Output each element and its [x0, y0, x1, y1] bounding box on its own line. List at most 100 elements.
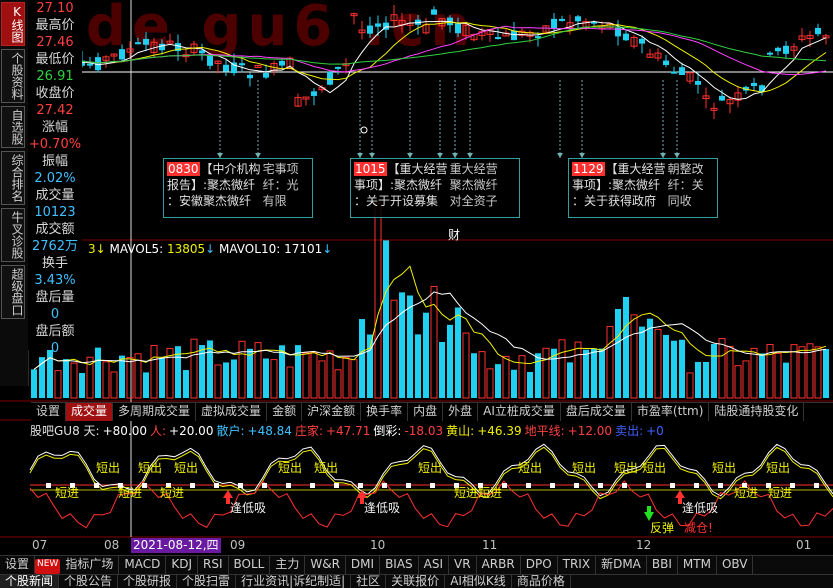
- volume-bar: [310, 351, 318, 399]
- volume-bar: [639, 326, 645, 398]
- indicator-tab-12[interactable]: 陆股通持股变化: [709, 403, 805, 421]
- volume-bar: [663, 334, 669, 398]
- vtab-1[interactable]: 个股资料: [1, 49, 25, 103]
- news-behind-text: 重大经营: [449, 162, 498, 176]
- info-tab-0[interactable]: 个股新闻: [0, 575, 60, 588]
- volume-bar: [615, 308, 621, 398]
- info-value: 10123: [34, 205, 76, 220]
- short-in-label: 短进: [454, 486, 478, 500]
- candle-body: [671, 71, 677, 74]
- short-out-label: 短出: [314, 461, 338, 475]
- volume-bar: [190, 338, 198, 399]
- volume-bar: [270, 359, 278, 399]
- vtab-5[interactable]: 超级盘口: [1, 265, 25, 319]
- bottom-tab-7[interactable]: 主力: [270, 556, 306, 574]
- indicator-tab-4[interactable]: 金额: [267, 403, 303, 421]
- volume-bar: [726, 345, 734, 399]
- indicator-tab-bar: 设置 成交量 多周期成交量 虚拟成交量 金额 沪深金额 换手率 内盘 外盘 AI立桩成交量 盘后成交…: [31, 402, 833, 421]
- info-tab-1[interactable]: 个股公告: [59, 575, 119, 588]
- vtab-4[interactable]: 牛叉诊股: [1, 208, 25, 262]
- bottom-tab-12[interactable]: VR: [449, 556, 477, 574]
- candle-body: [431, 9, 437, 15]
- indicator-tab-3[interactable]: 虚拟成交量: [196, 403, 268, 421]
- bottom-tab-13[interactable]: ARBR: [477, 556, 521, 574]
- bottom-tab-11[interactable]: ASI: [419, 556, 450, 574]
- candle-body: [663, 60, 669, 66]
- volume-bar: [647, 318, 653, 398]
- volume-ma-5: [33, 265, 827, 370]
- candle-body: [239, 63, 245, 66]
- news-popup-1129[interactable]: 1129 【重大经营 事项】:聚杰微纤 ：关于获得政府 朝整改 纤：关 同收: [568, 158, 718, 218]
- vertical-tab-strip: K线图个股资料自选股综合排名牛叉诊股超级盘口: [0, 0, 29, 386]
- bottom-tab-10[interactable]: BIAS: [380, 556, 419, 574]
- indicator-tab-10[interactable]: 盘后成交量: [561, 403, 632, 421]
- gu8-legend-item: +80.00: [102, 424, 147, 438]
- volume-bar: [110, 371, 118, 399]
- info-tab-2[interactable]: 个股研报: [118, 575, 178, 588]
- indicator-tab-9[interactable]: AI立桩成交量: [478, 403, 561, 421]
- volume-bar: [359, 319, 365, 398]
- info-tab-3[interactable]: 个股扫雷: [177, 575, 237, 588]
- volume-bar: [367, 334, 373, 398]
- candle-body: [551, 18, 557, 29]
- indicator-tab-11[interactable]: 市盈率(ttm): [632, 403, 710, 421]
- vtab-0[interactable]: K线图: [1, 2, 25, 46]
- bottom-tab-0[interactable]: 设置: [0, 556, 36, 574]
- bottom-tab-3[interactable]: MACD: [119, 556, 167, 574]
- news-line: ：安徽聚杰微纤: [167, 193, 261, 209]
- bottom-tab-9[interactable]: DMI: [346, 556, 381, 574]
- info-tab-7[interactable]: AI相似K线: [445, 575, 512, 588]
- news-popup-0830[interactable]: 0830 【中介机构 报告】:聚杰微纤 ：安徽聚杰微纤 宅事项 纤：光 有限: [163, 158, 313, 218]
- volume-bar: [31, 369, 37, 398]
- info-tab-8[interactable]: 商品价格: [512, 575, 571, 588]
- candle-body: [719, 95, 725, 101]
- candle-body: [279, 60, 285, 66]
- news-line: 0830 【中介机构: [167, 161, 261, 177]
- volume-bar: [654, 328, 662, 399]
- short-in-label: 短进: [55, 486, 79, 500]
- bottom-tab-15[interactable]: TRIX: [558, 556, 597, 574]
- volume-bar: [150, 344, 158, 399]
- candle-body: [679, 67, 685, 75]
- bottom-tab-6[interactable]: BOLL: [229, 556, 271, 574]
- indicator-tab-2[interactable]: 多周期成交量: [113, 403, 197, 421]
- volume-bar: [567, 362, 573, 398]
- info-tab-5[interactable]: 社区: [351, 575, 387, 588]
- bottom-tab-8[interactable]: W&R: [305, 556, 346, 574]
- ma-line-20: [33, 25, 827, 76]
- bottom-tab-19[interactable]: OBV: [717, 556, 754, 574]
- kline-chart[interactable]: 短出 短出 短出 短出 短出 短出 短出 短出 短出 短出 短出 短出短进 短进 短进 短进 短进 短进 短进逢低…: [0, 0, 833, 586]
- indicator-tab-1[interactable]: 成交量: [66, 403, 114, 421]
- volume-bar: [447, 324, 453, 398]
- indicator-tab-5[interactable]: 沪深金额: [302, 403, 362, 421]
- volume-bar: [374, 202, 382, 399]
- bottom-tab-5[interactable]: RSI: [198, 556, 229, 574]
- indicator-tab-7[interactable]: 内盘: [408, 403, 444, 421]
- volume-bar: [326, 350, 334, 399]
- short-in-label: 短进: [768, 486, 792, 500]
- gu8-legend-item: +48.84: [247, 424, 292, 438]
- news-popup-1015[interactable]: 1015 【重大经营 事项】:聚杰微纤 ：关于开设募集 重大经营 聚杰微纤 对全资子: [350, 158, 520, 218]
- info-value: +0.70%: [28, 137, 82, 152]
- finance-marker[interactable]: 财: [448, 226, 460, 243]
- bottom-tab-2[interactable]: 指标广场: [60, 556, 120, 574]
- info-tab-4[interactable]: 行业资讯|诉纪制适|: [236, 575, 352, 588]
- indicator-tab-6[interactable]: 换手率: [361, 403, 409, 421]
- vtab-3[interactable]: 综合排名: [1, 151, 25, 205]
- news-behind-text: 对全资子: [449, 194, 498, 208]
- bottom-tab-14[interactable]: DPO: [521, 556, 558, 574]
- indicator-tab-8[interactable]: 外盘: [443, 403, 479, 421]
- candle-body: [263, 72, 269, 78]
- bottom-tab-16[interactable]: 新DMA: [596, 556, 647, 574]
- info-tab-6[interactable]: 关联报价: [386, 575, 446, 588]
- bottom-tab-17[interactable]: BBI: [647, 556, 678, 574]
- volume-bar: [223, 362, 229, 398]
- info-label: 成交额: [35, 222, 75, 237]
- indicator-tab-0[interactable]: 设置: [31, 403, 67, 421]
- volume-bar: [95, 347, 101, 398]
- bottom-tab-4[interactable]: KDJ: [166, 556, 198, 574]
- short-out-label: 短出: [174, 461, 198, 475]
- bottom-tab-18[interactable]: MTM: [678, 556, 717, 574]
- candle-body: [247, 74, 253, 79]
- vtab-2[interactable]: 自选股: [1, 106, 25, 148]
